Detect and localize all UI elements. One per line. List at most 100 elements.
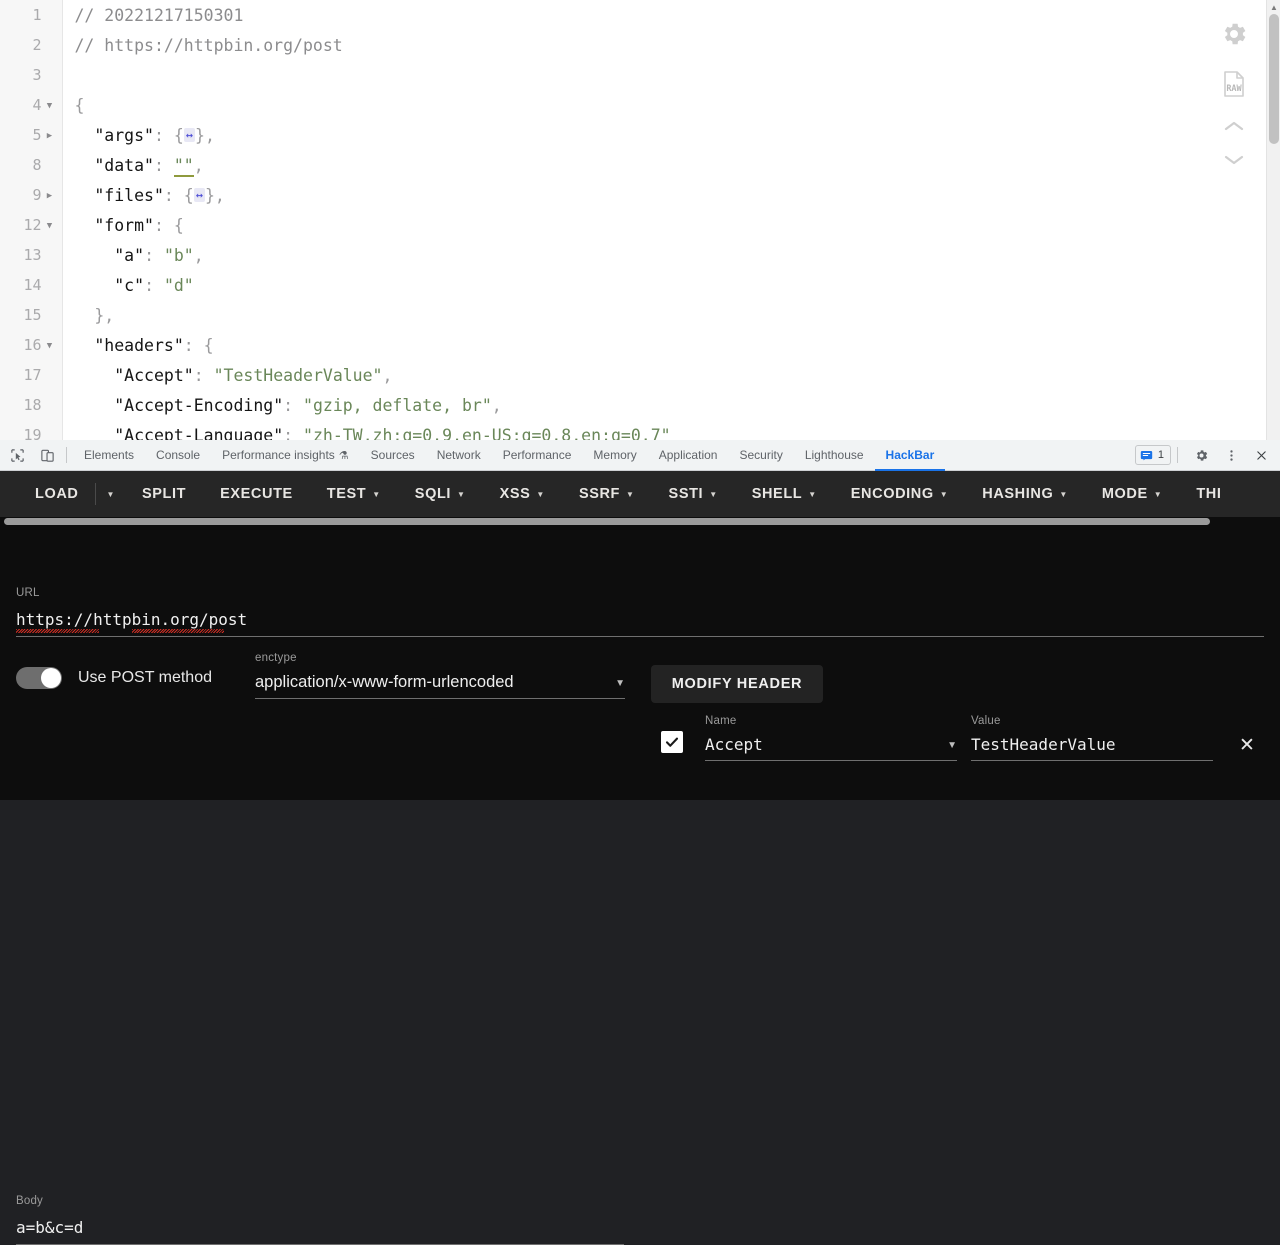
- header-name-value: Accept: [705, 735, 763, 754]
- json-vertical-scrollbar[interactable]: ▲: [1266, 0, 1280, 440]
- enctype-select[interactable]: application/x-www-form-urlencoded ▼: [255, 673, 625, 699]
- code-line-content[interactable]: "Accept-Encoding": "gzip, deflate, br",: [62, 390, 1268, 420]
- code-line-content[interactable]: {: [62, 90, 1268, 120]
- message-count-badge[interactable]: 1: [1135, 445, 1171, 465]
- fold-expand-icon[interactable]: ▶: [42, 131, 58, 141]
- kebab-menu-icon[interactable]: [1218, 442, 1244, 468]
- tab-lighthouse[interactable]: Lighthouse: [794, 440, 875, 471]
- header-name-select[interactable]: Accept ▼: [705, 735, 957, 761]
- hackbar-load-options-button[interactable]: ▼: [96, 471, 125, 517]
- header-enabled-checkbox[interactable]: [661, 731, 683, 753]
- scrollbar-thumb[interactable]: [1269, 14, 1279, 144]
- button-label: SQLI: [415, 486, 451, 502]
- use-post-method-toggle[interactable]: Use POST method: [16, 667, 212, 689]
- hackbar-split-button[interactable]: SPLIT: [125, 471, 203, 517]
- line-number: 8: [14, 156, 42, 174]
- tab-application[interactable]: Application: [648, 440, 729, 471]
- line-number: 9: [14, 186, 42, 204]
- hackbar-hashing-button[interactable]: HASHING▼: [965, 471, 1085, 517]
- hackbar-test-button[interactable]: TEST▼: [310, 471, 398, 517]
- code-line-content[interactable]: "c": "d": [62, 270, 1268, 300]
- hackbar-mode-button[interactable]: MODE▼: [1085, 471, 1179, 517]
- chevron-down-icon: ▼: [940, 490, 949, 499]
- hackbar-shell-button[interactable]: SHELL▼: [735, 471, 834, 517]
- tab-label: Performance insights: [222, 448, 335, 462]
- hackbar-ssti-button[interactable]: SSTI▼: [652, 471, 735, 517]
- code-line-content[interactable]: },: [62, 300, 1268, 330]
- hackbar-xss-button[interactable]: XSS▼: [483, 471, 562, 517]
- code-line-content[interactable]: // https://httpbin.org/post: [62, 30, 1268, 60]
- close-icon[interactable]: [1248, 442, 1274, 468]
- code-line-content[interactable]: "data": "",: [62, 150, 1268, 180]
- hackbar-load-button[interactable]: LOAD: [18, 471, 95, 517]
- json-viewer-toolbar: RAW: [1206, 0, 1262, 200]
- gear-icon[interactable]: [1188, 442, 1214, 468]
- device-toolbar-icon[interactable]: [34, 442, 60, 468]
- toolbar-divider-2: [1177, 447, 1178, 463]
- code-line-content[interactable]: "Accept-Language": "zh-TW,zh;q=0.9,en-US…: [62, 420, 1268, 440]
- chevron-up-icon[interactable]: [1212, 112, 1256, 140]
- code-line-content[interactable]: "form": {: [62, 210, 1268, 240]
- inspect-element-icon[interactable]: [4, 442, 30, 468]
- chevron-down-icon: ▼: [1154, 490, 1163, 499]
- hackbar-encoding-button[interactable]: ENCODING ▼: [834, 471, 965, 517]
- fold-collapse-icon[interactable]: ▼: [42, 341, 58, 351]
- line-number: 14: [14, 276, 42, 294]
- code-line: 15 },: [0, 300, 1268, 330]
- code-line: 3: [0, 60, 1268, 90]
- chevron-down-icon[interactable]: ▼: [615, 678, 625, 692]
- message-count-value: 1: [1158, 449, 1164, 461]
- line-gutter: 3: [0, 60, 62, 90]
- tab-performance[interactable]: Performance: [492, 440, 583, 471]
- tab-hackbar[interactable]: HackBar: [875, 440, 946, 471]
- code-line-content[interactable]: "a": "b",: [62, 240, 1268, 270]
- header-value-group: Value TestHeaderValue: [971, 715, 1213, 761]
- tab-network[interactable]: Network: [426, 440, 492, 471]
- code-line: 9▶ "files": {↔},: [0, 180, 1268, 210]
- code-line-content[interactable]: [62, 60, 1268, 90]
- post-method-switch[interactable]: [16, 667, 62, 689]
- tab-sources[interactable]: Sources: [360, 440, 426, 471]
- body-input[interactable]: a=b&c=d: [16, 1218, 624, 1244]
- hackbar-execute-button[interactable]: EXECUTE: [203, 471, 310, 517]
- header-value-input[interactable]: TestHeaderValue: [971, 735, 1213, 761]
- tab-console[interactable]: Console: [145, 440, 211, 471]
- modify-header-button[interactable]: MODIFY HEADER: [651, 665, 823, 703]
- hackbar-horizontal-scrollbar[interactable]: [0, 517, 1280, 526]
- tab-performance-insights[interactable]: Performance insights⚗: [211, 440, 360, 471]
- fold-expand-icon[interactable]: ▶: [42, 191, 58, 201]
- scrollbar-thumb[interactable]: [4, 518, 1210, 525]
- hackbar-thi-button[interactable]: THI: [1179, 471, 1238, 517]
- line-number: 1: [14, 6, 42, 24]
- line-number: 3: [14, 66, 42, 84]
- hackbar-sqli-button[interactable]: SQLI▼: [398, 471, 483, 517]
- hackbar-ssrf-button[interactable]: SSRF▼: [562, 471, 652, 517]
- tab-elements[interactable]: Elements: [73, 440, 145, 471]
- button-label: ENCODING: [851, 486, 934, 502]
- code-line-content[interactable]: "args": {↔},: [62, 120, 1268, 150]
- scroll-up-arrow-icon[interactable]: ▲: [1267, 0, 1280, 14]
- header-value-value: TestHeaderValue: [971, 735, 1116, 754]
- header-name-group: Name Accept ▼: [705, 715, 957, 761]
- code-line-content[interactable]: "headers": {: [62, 330, 1268, 360]
- devtools-tabs: Elements Console Performance insights⚗Sour…: [73, 440, 945, 471]
- hackbar-toolbar: LOAD▼SPLITEXECUTETEST▼SQLI▼XSS▼SSRF▼SSTI…: [0, 471, 1280, 517]
- chevron-down-icon[interactable]: [1212, 146, 1256, 174]
- tab-security[interactable]: Security: [728, 440, 793, 471]
- code-line-content[interactable]: // 20221217150301: [62, 0, 1268, 30]
- raw-document-icon[interactable]: RAW: [1212, 62, 1256, 106]
- enctype-select-group: enctype application/x-www-form-urlencode…: [255, 652, 625, 699]
- code-line-content[interactable]: "Accept": "TestHeaderValue",: [62, 360, 1268, 390]
- gear-icon[interactable]: [1212, 12, 1256, 56]
- close-icon[interactable]: ✕: [1239, 734, 1255, 757]
- code-line: 5▶ "args": {↔},: [0, 120, 1268, 150]
- fold-collapse-icon[interactable]: ▼: [42, 221, 58, 231]
- fold-collapse-icon[interactable]: ▼: [42, 101, 58, 111]
- chevron-down-icon[interactable]: ▼: [947, 740, 957, 754]
- url-field-group: URL https://httpbin.org/post: [16, 587, 1264, 637]
- url-input[interactable]: https://httpbin.org/post: [16, 610, 247, 636]
- json-code-scroll-area[interactable]: 1// 202212171503012// https://httpbin.or…: [0, 0, 1268, 440]
- tab-memory[interactable]: Memory: [582, 440, 647, 471]
- tab-label: Console: [156, 448, 200, 462]
- code-line-content[interactable]: "files": {↔},: [62, 180, 1268, 210]
